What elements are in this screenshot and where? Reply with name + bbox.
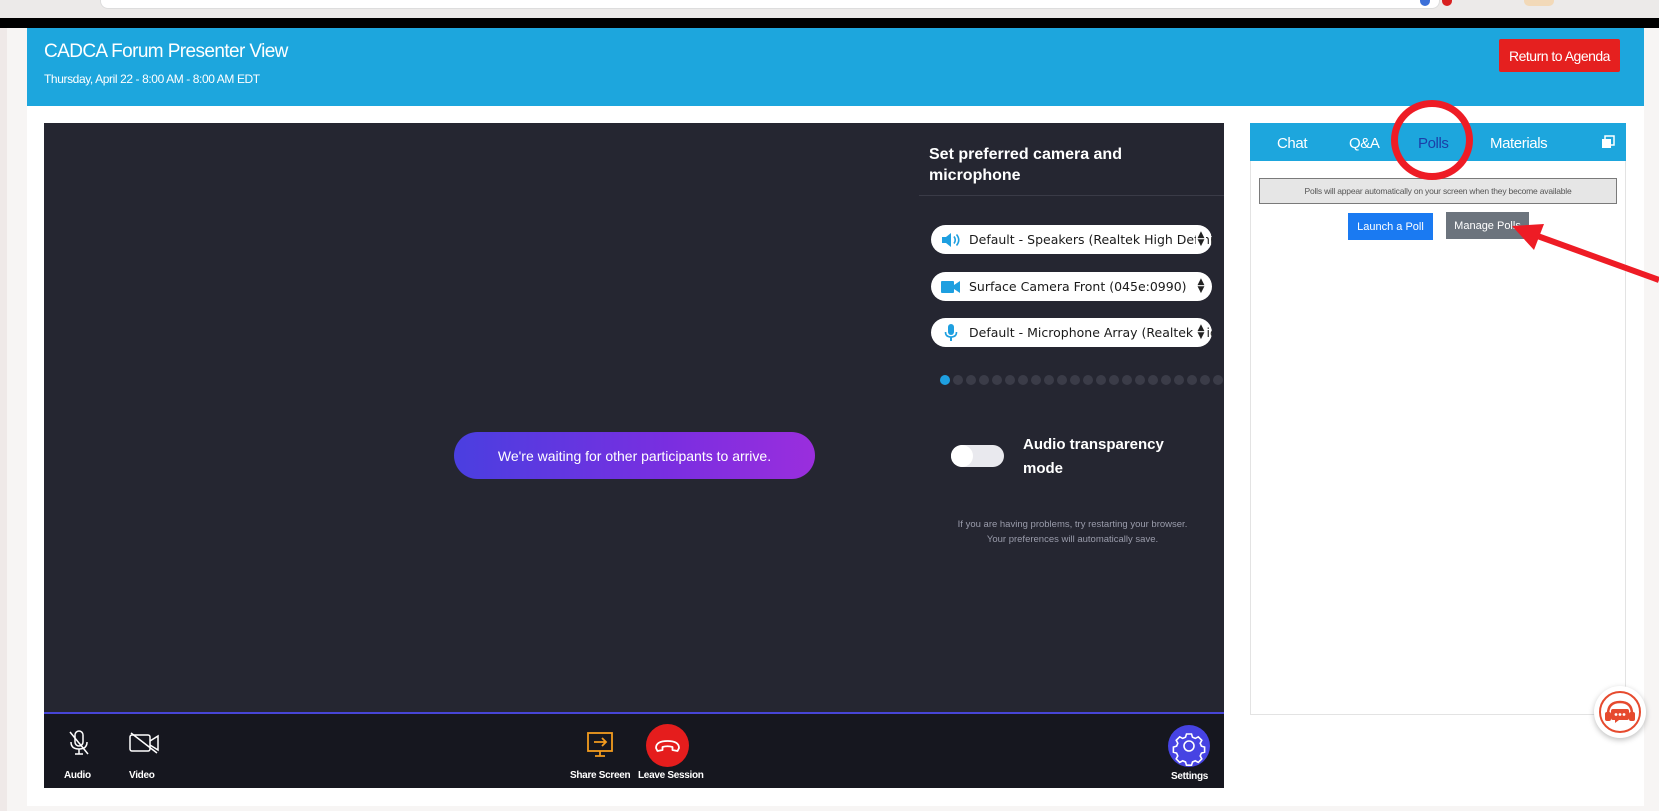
level-dot <box>1187 375 1197 385</box>
device-settings-title: Set preferred camera and microphone <box>929 146 1122 184</box>
polls-notice: Polls will appear automatically on your … <box>1259 178 1617 204</box>
level-dot <box>1161 375 1171 385</box>
leave-session-label: Leave Session <box>638 770 704 781</box>
level-dot <box>940 375 950 385</box>
audio-label: Audio <box>64 770 91 781</box>
divider <box>919 195 1224 196</box>
toggle-knob[interactable] <box>951 445 973 467</box>
hang-up-icon <box>655 740 680 752</box>
session-datetime: Thursday, April 22 - 8:00 AM - 8:00 AM E… <box>44 72 260 86</box>
address-bar[interactable] <box>100 0 1440 9</box>
select-arrows-icon: ▲ ▼ <box>1196 323 1206 341</box>
annotation-arrow <box>1512 224 1659 283</box>
level-dot <box>966 375 976 385</box>
tab-materials[interactable]: Materials <box>1490 135 1548 152</box>
header-bar <box>27 28 1644 106</box>
share-screen-label: Share Screen <box>570 770 631 781</box>
level-dot <box>1044 375 1054 385</box>
video-off-icon[interactable] <box>128 730 160 756</box>
popout-icon[interactable] <box>1600 134 1616 150</box>
level-dot <box>1200 375 1210 385</box>
return-to-agenda-button[interactable]: Return to Agenda <box>1499 39 1620 72</box>
select-arrows-icon: ▲ ▼ <box>1196 230 1206 248</box>
annotation-circle <box>1391 100 1473 180</box>
level-dot <box>1018 375 1028 385</box>
audio-muted-icon[interactable] <box>64 728 94 758</box>
control-bar <box>44 714 1224 788</box>
camera-value: Surface Camera Front (045e:0990) <box>969 279 1187 294</box>
speaker-select[interactable]: Default - Speakers (Realtek High Definit… <box>931 225 1212 254</box>
level-dot <box>992 375 1002 385</box>
settings-label: Settings <box>1171 771 1209 782</box>
camera-select[interactable]: Surface Camera Front (045e:0990) ▲ ▼ <box>931 272 1212 301</box>
audio-transparency-label: Audio transparency mode <box>1023 436 1164 477</box>
extension-icon[interactable] <box>1442 0 1452 6</box>
gear-icon <box>1172 733 1206 766</box>
launch-poll-button[interactable]: Launch a Poll <box>1348 213 1433 240</box>
level-dot <box>1057 375 1067 385</box>
help-line: Your preferences will automatically save… <box>986 534 1159 545</box>
side-panel <box>1250 123 1626 715</box>
level-dot <box>1109 375 1119 385</box>
level-dot <box>1122 375 1132 385</box>
level-dot <box>1005 375 1015 385</box>
level-dot <box>953 375 963 385</box>
level-dot <box>1148 375 1158 385</box>
microphone-select[interactable]: Default - Microphone Array (Realtek High… <box>931 318 1212 347</box>
share-screen-icon[interactable] <box>585 731 615 759</box>
level-dot <box>1070 375 1080 385</box>
speaker-icon <box>941 232 961 248</box>
camera-icon <box>941 279 961 295</box>
chat-support-icon <box>1599 691 1641 733</box>
level-dot <box>1096 375 1106 385</box>
select-arrows-icon: ▲ ▼ <box>1196 277 1206 295</box>
level-dot <box>1174 375 1184 385</box>
page-background <box>0 28 7 811</box>
level-dot <box>1213 375 1223 385</box>
level-dot <box>979 375 989 385</box>
tab-qa[interactable]: Q&A <box>1349 135 1380 152</box>
leave-session-button[interactable] <box>646 724 689 767</box>
profile-button[interactable] <box>1524 0 1554 6</box>
video-label: Video <box>129 770 155 781</box>
microphone-value: Default - Microphone Array (Realtek High… <box>969 325 1212 340</box>
level-dot <box>1135 375 1145 385</box>
browser-edge <box>0 18 1659 28</box>
settings-button[interactable] <box>1168 725 1210 767</box>
browser-toolbar <box>0 0 1659 18</box>
page-title: CADCA Forum Presenter View <box>44 41 288 62</box>
level-dot <box>1083 375 1093 385</box>
mic-level-meter <box>940 375 1223 385</box>
level-dot <box>1031 375 1041 385</box>
help-line: If you are having problems, try restarti… <box>957 519 1188 530</box>
support-chat-button[interactable] <box>1594 686 1646 738</box>
help-text: If you are having problems, try restarti… <box>940 517 1205 547</box>
waiting-message: We're waiting for other participants to … <box>454 432 815 479</box>
tab-chat[interactable]: Chat <box>1277 135 1307 152</box>
speaker-value: Default - Speakers (Realtek High Definit… <box>969 232 1212 247</box>
microphone-icon <box>941 323 961 341</box>
